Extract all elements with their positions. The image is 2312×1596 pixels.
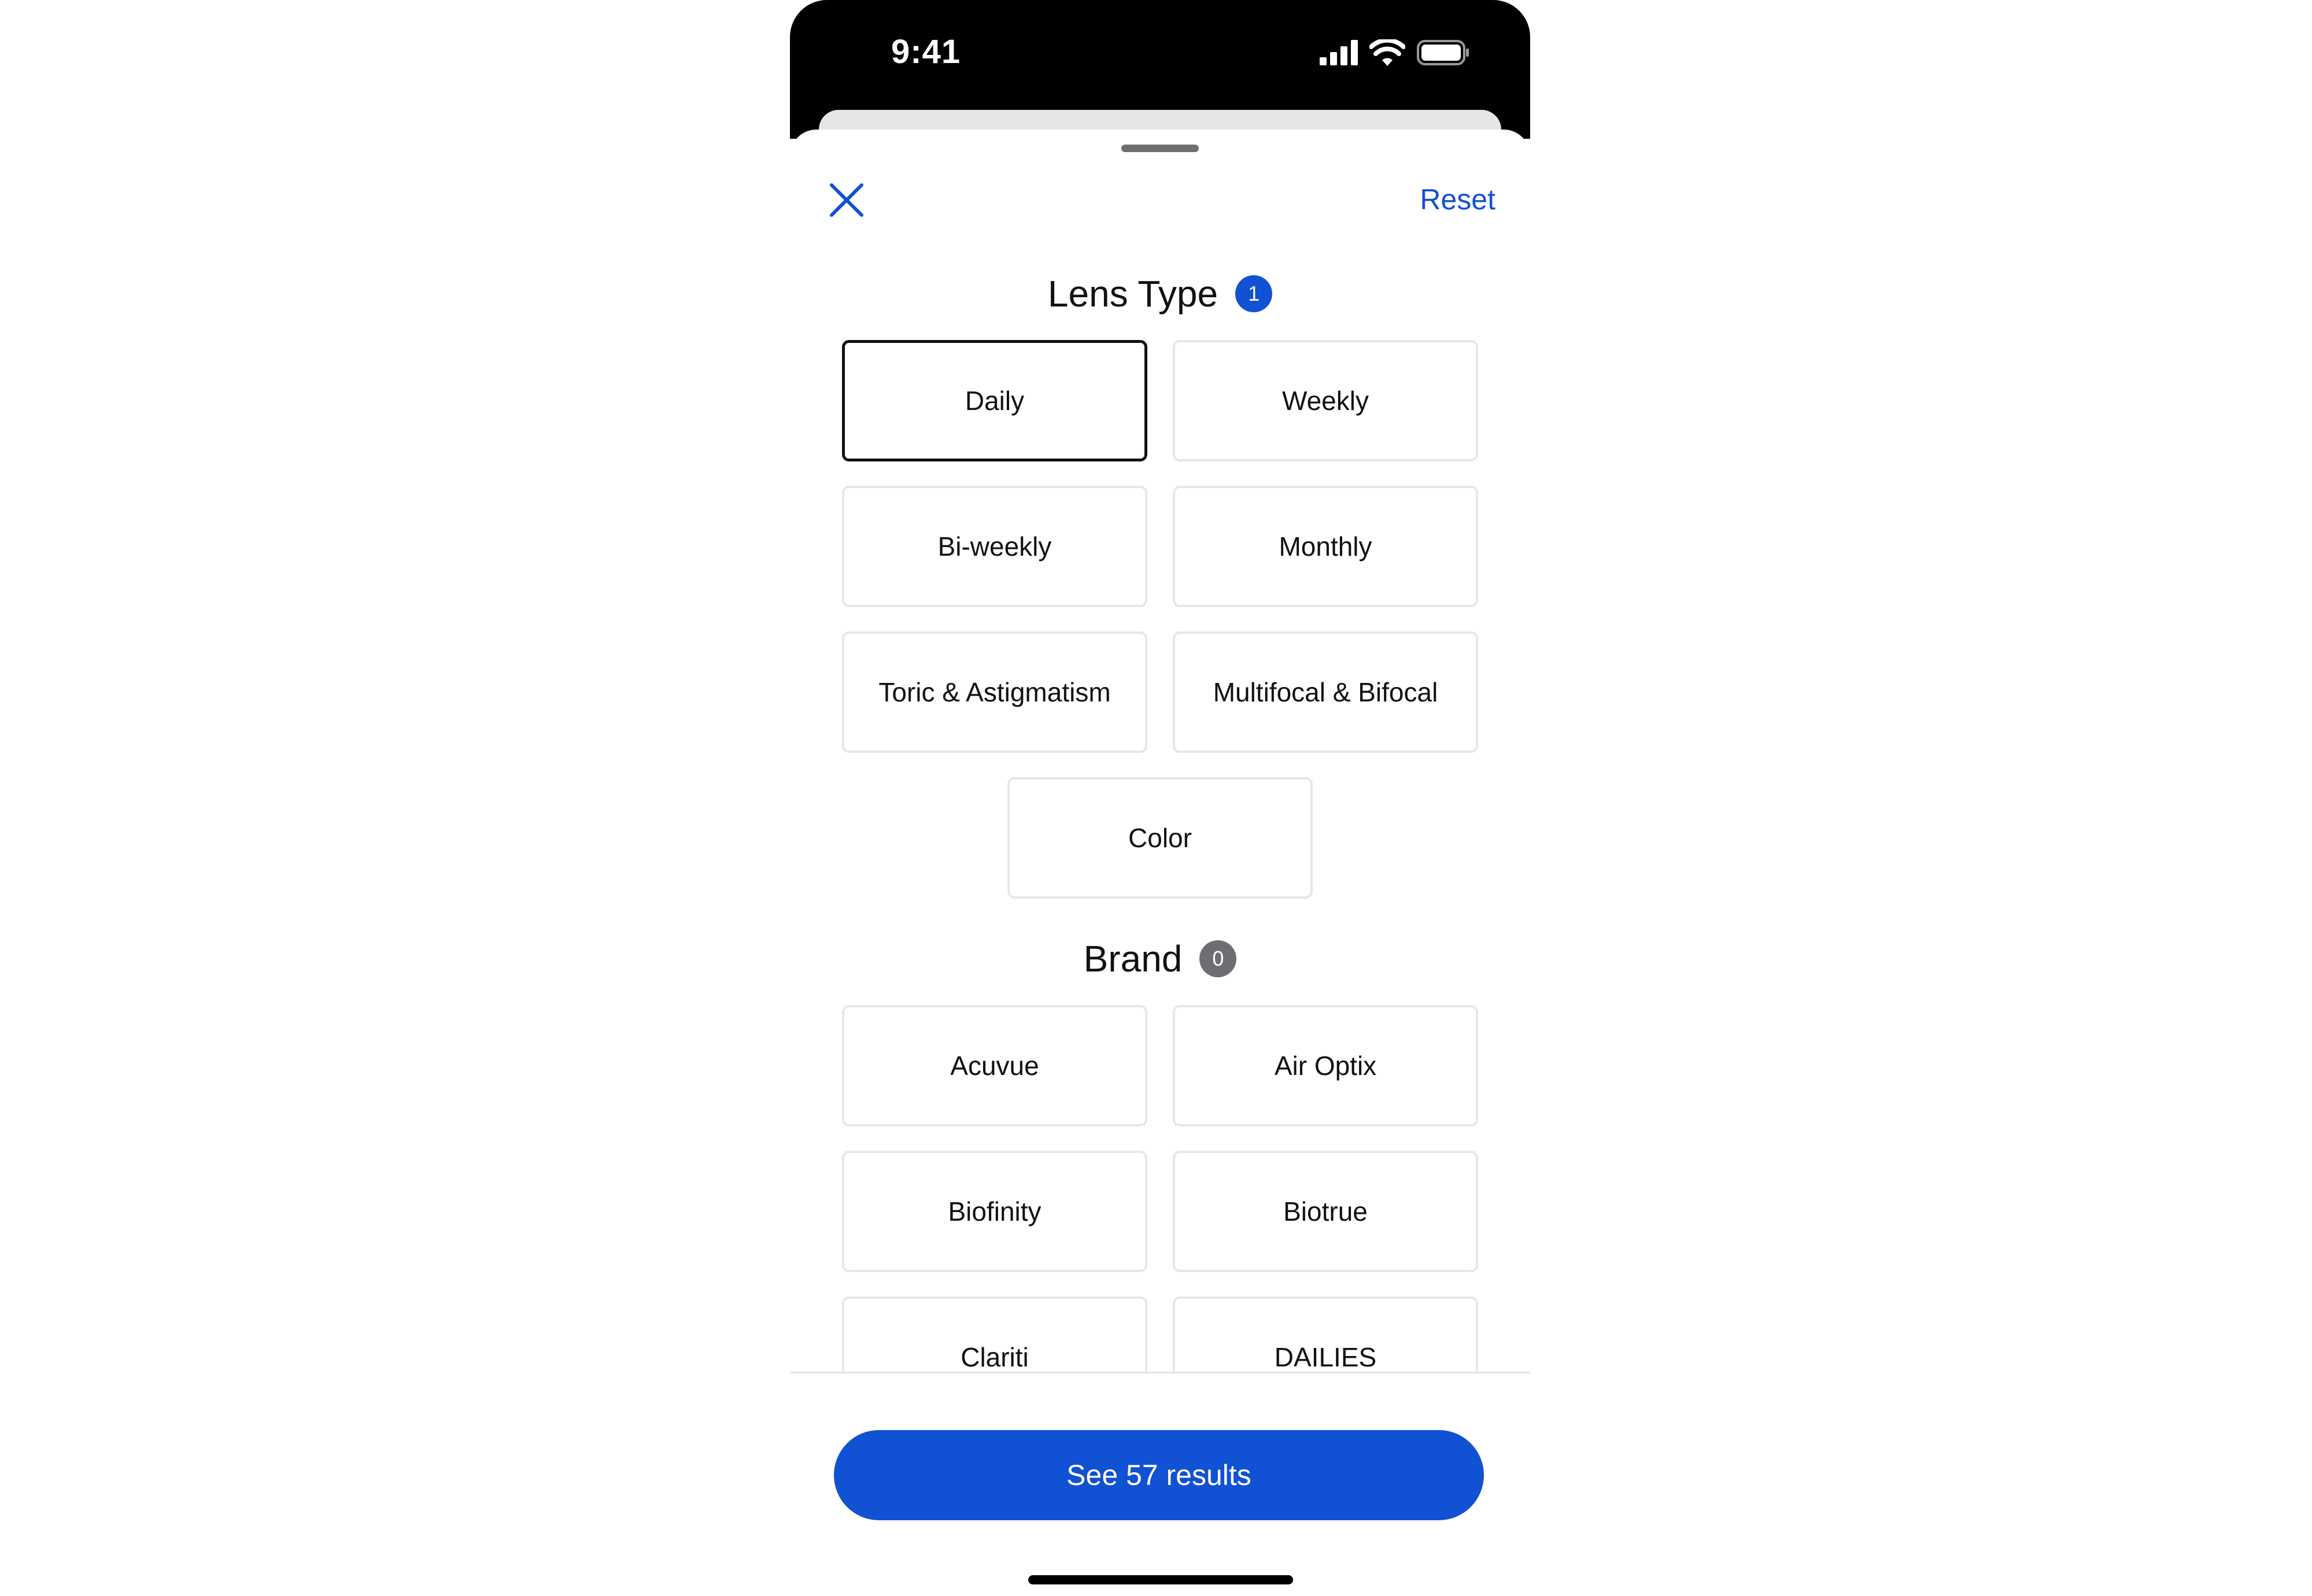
lens-type-option-multifocal[interactable]: Multifocal & Bifocal	[1173, 631, 1478, 753]
brand-count-badge: 0	[1199, 940, 1237, 977]
status-time: 9:41	[891, 33, 961, 71]
brand-option-clariti[interactable]: Clariti	[842, 1296, 1147, 1372]
brand-option-biofinity[interactable]: Biofinity	[842, 1151, 1147, 1272]
home-indicator	[1028, 1575, 1293, 1584]
phone-frame: 9:41 Reset Lens Type 1 Daily Weekly Bi-w…	[790, 0, 1530, 1596]
filter-sheet: Reset Lens Type 1 Daily Weekly Bi-weekly…	[790, 130, 1530, 1596]
brand-option-acuvue[interactable]: Acuvue	[842, 1005, 1147, 1126]
lens-type-count-badge: 1	[1235, 275, 1273, 312]
battery-icon	[1417, 40, 1469, 65]
brand-option-biotrue[interactable]: Biotrue	[1173, 1151, 1478, 1272]
status-icons	[1320, 39, 1470, 66]
lens-type-option-toric[interactable]: Toric & Astigmatism	[842, 631, 1147, 753]
brand-option-dailies[interactable]: DAILIES	[1173, 1296, 1478, 1372]
wifi-icon	[1369, 39, 1405, 66]
brand-title: Brand	[1083, 938, 1183, 980]
lens-type-option-weekly[interactable]: Weekly	[1173, 340, 1478, 461]
brand-option-air-optix[interactable]: Air Optix	[1173, 1005, 1478, 1126]
see-results-button[interactable]: See 57 results	[834, 1430, 1484, 1520]
lens-type-title: Lens Type	[1047, 273, 1218, 315]
filter-scroll-area[interactable]: Lens Type 1 Daily Weekly Bi-weekly Month…	[790, 130, 1530, 1372]
brand-heading: Brand 0	[790, 936, 1530, 982]
lens-type-option-bi-weekly[interactable]: Bi-weekly	[842, 486, 1147, 607]
lens-type-heading: Lens Type 1	[790, 271, 1530, 317]
lens-type-option-daily[interactable]: Daily	[842, 340, 1147, 461]
screen: 9:41 Reset Lens Type 1 Daily Weekly Bi-w…	[0, 0, 2312, 1596]
cellular-signal-icon	[1320, 40, 1358, 65]
lens-type-option-color[interactable]: Color	[1007, 777, 1313, 899]
footer-divider	[790, 1372, 1530, 1373]
lens-type-option-monthly[interactable]: Monthly	[1173, 486, 1478, 607]
